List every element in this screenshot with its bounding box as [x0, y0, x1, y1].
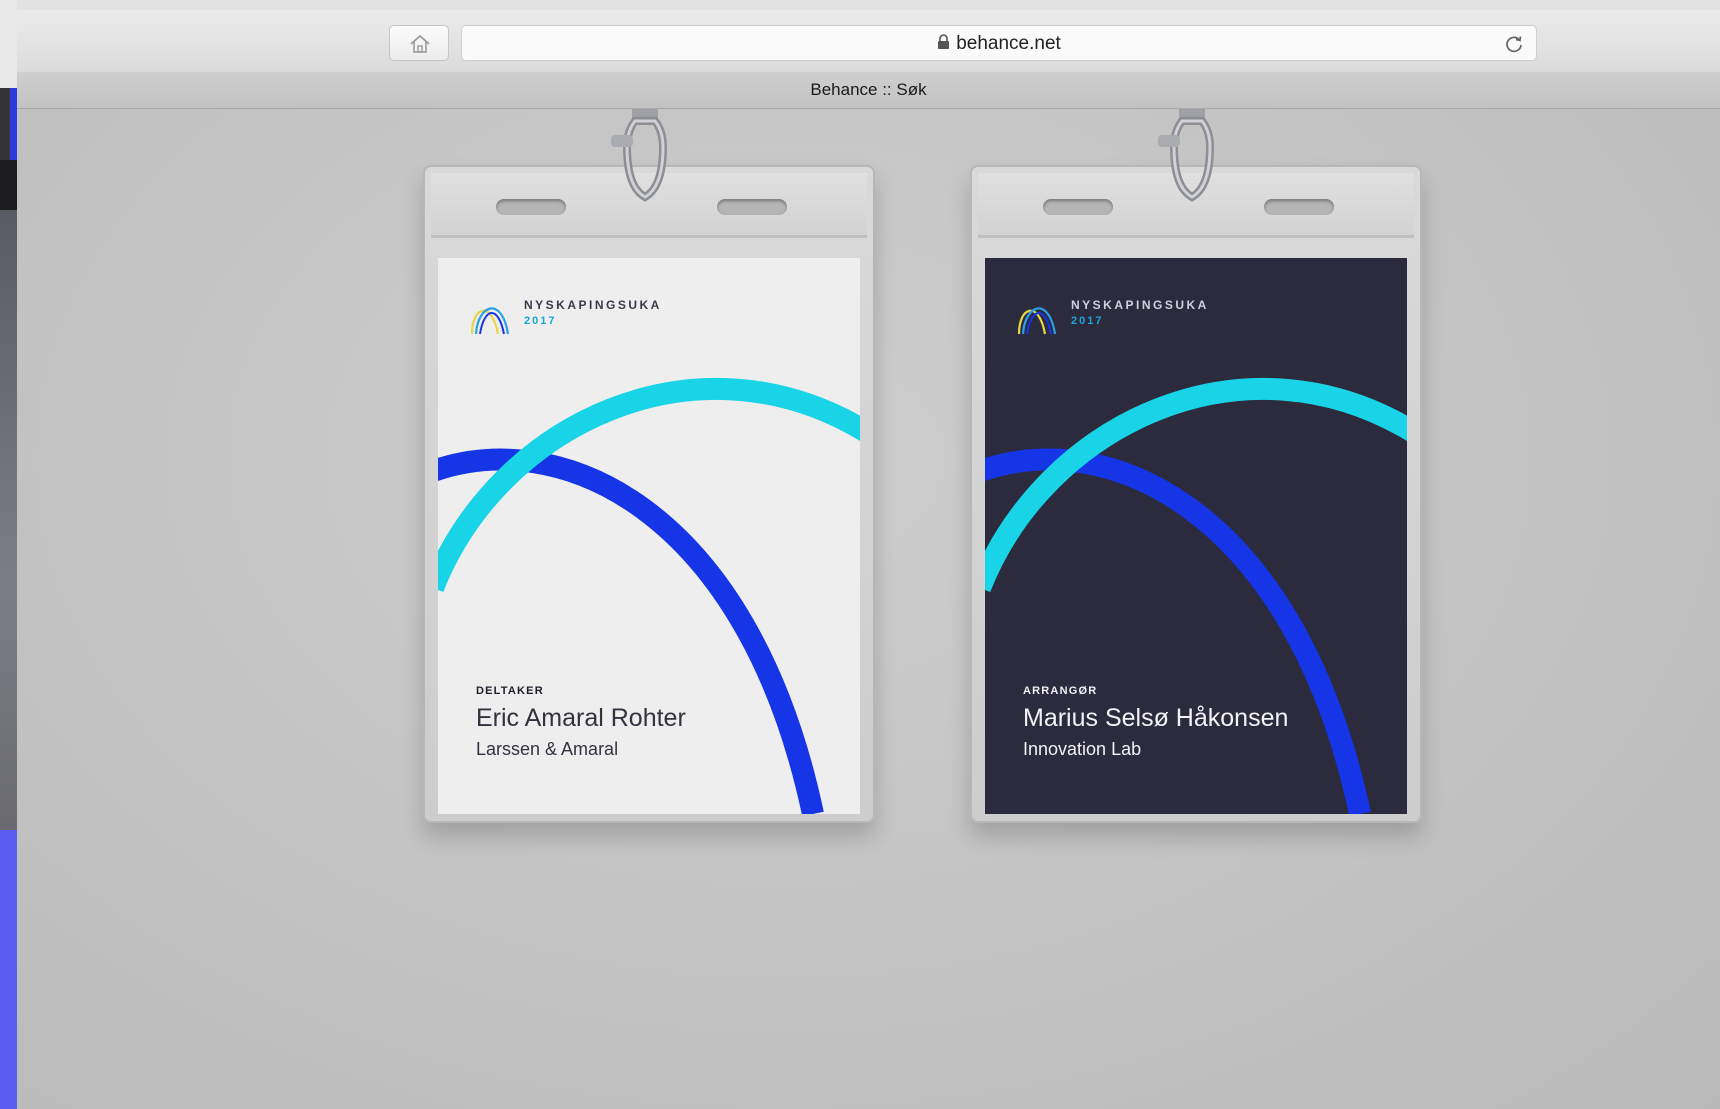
- lanyard-clip-icon: [611, 109, 668, 202]
- lock-icon: [938, 34, 950, 50]
- brand-name: NYSKAPINGSUKA: [1071, 298, 1209, 312]
- screen: behance.net Behance :: Søk NYSKAPINGSUKA…: [0, 0, 1720, 1109]
- tab-bar: Behance :: Søk: [17, 72, 1720, 109]
- badge-card-participant: NYSKAPINGSUKA 2017 DELTAKER Eric Amaral …: [438, 258, 860, 814]
- brand-year: 2017: [1071, 315, 1104, 327]
- badge-role: DELTAKER: [476, 685, 544, 697]
- home-icon: [410, 34, 430, 53]
- browser-toolbar: behance.net: [17, 0, 1720, 73]
- badge-person-name: Eric Amaral Rohter: [476, 704, 686, 732]
- nyskapingsuka-logo: [470, 307, 510, 335]
- address-bar[interactable]: behance.net: [461, 25, 1537, 61]
- url-text: behance.net: [956, 33, 1061, 54]
- badge-organization: Larssen & Amaral: [476, 739, 619, 759]
- badge-role: ARRANGØR: [1023, 685, 1098, 697]
- tab-title[interactable]: Behance :: Søk: [17, 72, 1720, 108]
- lanyard-clip-icon: [1158, 109, 1215, 202]
- badge-person-name: Marius Selsø Håkonsen: [1023, 704, 1289, 732]
- home-button[interactable]: [389, 25, 449, 61]
- badge-card-organizer: NYSKAPINGSUKA 2017 ARRANGØR Marius Selsø…: [985, 258, 1407, 814]
- nyskapingsuka-logo: [1017, 307, 1057, 335]
- badge-organization: Innovation Lab: [1023, 739, 1142, 759]
- brand-name: NYSKAPINGSUKA: [524, 298, 662, 312]
- reload-icon[interactable]: [1504, 34, 1524, 54]
- background-window-strip: [0, 0, 17, 1109]
- badge-holder-participant: NYSKAPINGSUKA 2017 DELTAKER Eric Amaral …: [423, 109, 875, 823]
- page-content: NYSKAPINGSUKA 2017 DELTAKER Eric Amaral …: [17, 109, 1720, 1109]
- badge-holder-organizer: NYSKAPINGSUKA 2017 ARRANGØR Marius Selsø…: [970, 109, 1422, 823]
- brand-year: 2017: [524, 315, 557, 327]
